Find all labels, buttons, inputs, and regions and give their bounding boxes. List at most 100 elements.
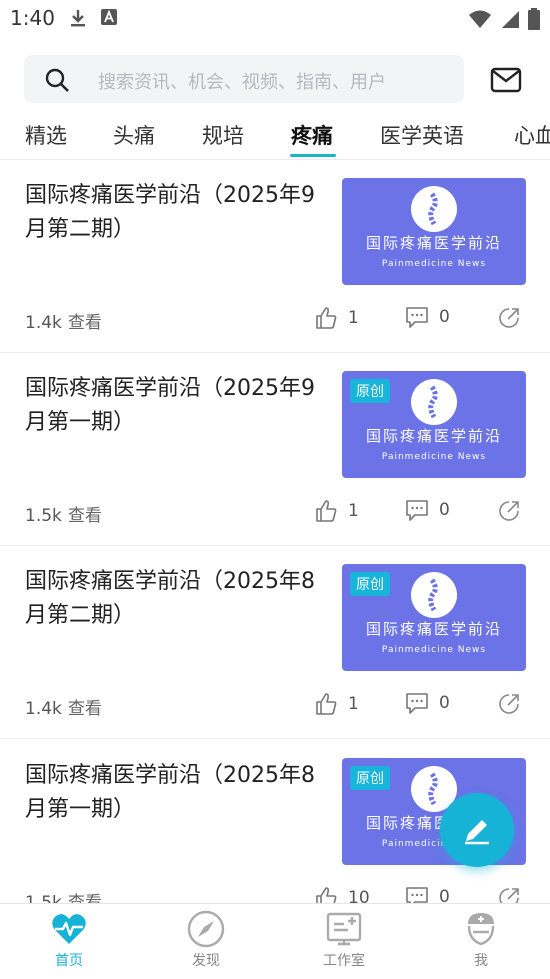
- status-bar: 1:40: [0, 0, 550, 38]
- tab-xinxue[interactable]: 心血: [514, 120, 550, 150]
- comment-icon: [406, 500, 428, 521]
- view-count: 1.4k 查看: [25, 694, 102, 719]
- view-count: 1.5k 查看: [25, 888, 102, 903]
- article-card[interactable]: 国际疼痛医学前沿（2025年8月第二期） 原创 国际疼痛医学前沿 Painmed…: [0, 546, 550, 739]
- comment-button[interactable]: 0: [405, 499, 450, 521]
- bottom-nav: 首页 发现 工作室 我: [0, 903, 550, 979]
- view-count: 1.5k 查看: [25, 501, 102, 526]
- tab-jingxuan[interactable]: 精选: [25, 120, 67, 150]
- tab-toutong[interactable]: 头痛: [113, 120, 155, 150]
- view-count: 1.4k 查看: [25, 308, 102, 333]
- nav-label: 我: [474, 953, 488, 969]
- thumbnail-subtitle: Painmedicine News: [381, 452, 487, 462]
- wifi-icon: [469, 10, 491, 28]
- mail-icon[interactable]: [490, 67, 522, 93]
- thumbnail-title: 国际疼痛医学前沿: [365, 427, 502, 445]
- views-value: 1.5k: [25, 506, 62, 526]
- views-value: 1.5k: [25, 893, 62, 903]
- nav-label: 发现: [192, 953, 220, 969]
- like-button[interactable]: 1: [314, 499, 359, 523]
- app-notification-icon: [101, 9, 117, 25]
- views-label: 查看: [67, 313, 102, 333]
- article-title[interactable]: 国际疼痛医学前沿（2025年8月第一期）: [25, 759, 330, 827]
- thumbnail-title: 国际疼痛医学前沿: [365, 620, 502, 638]
- article-feed: 国际疼痛医学前沿（2025年9月第二期） 国际疼痛医学前沿 Painmedici…: [0, 160, 550, 903]
- thumbs-up-icon: [316, 307, 337, 329]
- active-tab-indicator: [290, 154, 336, 157]
- thumbnail-subtitle: Painmedicine News: [381, 259, 487, 269]
- share-icon[interactable]: [497, 886, 521, 903]
- like-count: 1: [348, 694, 359, 714]
- category-tabs: 精选 头痛 规培 疼痛 医学英语 心血: [0, 112, 550, 160]
- like-count: 10: [348, 888, 370, 903]
- like-button[interactable]: 1: [314, 692, 359, 716]
- status-left-icons: [68, 8, 118, 28]
- article-title[interactable]: 国际疼痛医学前沿（2025年9月第二期）: [25, 179, 330, 247]
- search-row: 搜索资讯、机会、视频、指南、用户: [0, 55, 550, 105]
- battery-icon: [528, 8, 540, 30]
- heart-pulse-icon: [52, 914, 86, 944]
- article-thumbnail[interactable]: 原创 国际疼痛医学前沿 Painmedicine News: [342, 371, 526, 478]
- search-icon: [45, 68, 69, 92]
- nav-home[interactable]: 首页: [29, 910, 109, 970]
- search-placeholder: 搜索资讯、机会、视频、指南、用户: [98, 72, 386, 93]
- views-label: 查看: [67, 699, 102, 719]
- thumbs-up-icon: [316, 887, 337, 903]
- nav-me[interactable]: 我: [441, 910, 521, 970]
- tab-medical-english[interactable]: 医学英语: [380, 120, 464, 150]
- share-icon[interactable]: [497, 306, 521, 330]
- comment-count: 0: [439, 887, 450, 903]
- views-label: 查看: [67, 506, 102, 526]
- comment-count: 0: [439, 500, 450, 520]
- pencil-icon: [465, 820, 489, 845]
- article-card[interactable]: 国际疼痛医学前沿（2025年9月第一期） 原创 国际疼痛医学前沿 Painmed…: [0, 353, 550, 546]
- comment-count: 0: [439, 693, 450, 713]
- nav-label: 首页: [55, 953, 83, 969]
- views-label: 查看: [67, 893, 102, 903]
- article-card[interactable]: 国际疼痛医学前沿（2025年9月第二期） 国际疼痛医学前沿 Painmedici…: [0, 160, 550, 353]
- nav-label: 工作室: [323, 953, 365, 969]
- comment-count: 0: [439, 307, 450, 327]
- download-icon: [71, 10, 85, 27]
- tab-guipei[interactable]: 规培: [202, 120, 244, 150]
- views-value: 1.4k: [25, 699, 62, 719]
- like-button[interactable]: 10: [314, 886, 370, 903]
- nav-discover[interactable]: 发现: [166, 910, 246, 970]
- original-badge: 原创: [350, 379, 390, 403]
- share-icon[interactable]: [497, 499, 521, 523]
- status-right-icons: [468, 8, 540, 30]
- original-badge: 原创: [350, 766, 390, 790]
- spine-logo-icon: [411, 186, 457, 232]
- views-value: 1.4k: [25, 313, 62, 333]
- thumbnail-subtitle: Painmedicine News: [381, 645, 487, 655]
- like-count: 1: [348, 501, 359, 521]
- comment-icon: [406, 693, 428, 714]
- original-badge: 原创: [350, 572, 390, 596]
- nav-workspace[interactable]: 工作室: [304, 910, 384, 970]
- thumbs-up-icon: [316, 500, 337, 522]
- thumbnail-title: 国际疼痛医学前沿: [365, 234, 502, 252]
- comment-button[interactable]: 0: [405, 692, 450, 714]
- status-time: 1:40: [10, 6, 55, 30]
- tab-tengtong[interactable]: 疼痛: [291, 120, 333, 150]
- spine-logo-icon: [411, 572, 457, 618]
- compose-fab[interactable]: [440, 793, 514, 867]
- like-count: 1: [348, 308, 359, 328]
- like-button[interactable]: 1: [314, 306, 359, 330]
- compass-icon: [187, 910, 225, 948]
- comment-button[interactable]: 0: [405, 306, 450, 328]
- article-thumbnail[interactable]: 原创 国际疼痛医学前沿 Painmedicine News: [342, 564, 526, 671]
- thumbs-up-icon: [316, 693, 337, 715]
- workspace-icon: [326, 912, 362, 946]
- doctor-icon: [467, 913, 495, 946]
- spine-logo-icon: [411, 379, 457, 425]
- article-title[interactable]: 国际疼痛医学前沿（2025年8月第二期）: [25, 565, 330, 633]
- article-thumbnail[interactable]: 国际疼痛医学前沿 Painmedicine News: [342, 178, 526, 285]
- article-title[interactable]: 国际疼痛医学前沿（2025年9月第一期）: [25, 372, 330, 440]
- comment-icon: [406, 307, 428, 328]
- search-input[interactable]: 搜索资讯、机会、视频、指南、用户: [24, 55, 464, 103]
- signal-icon: [502, 11, 519, 28]
- comment-button[interactable]: 0: [405, 886, 450, 903]
- comment-icon: [406, 887, 428, 903]
- share-icon[interactable]: [497, 692, 521, 716]
